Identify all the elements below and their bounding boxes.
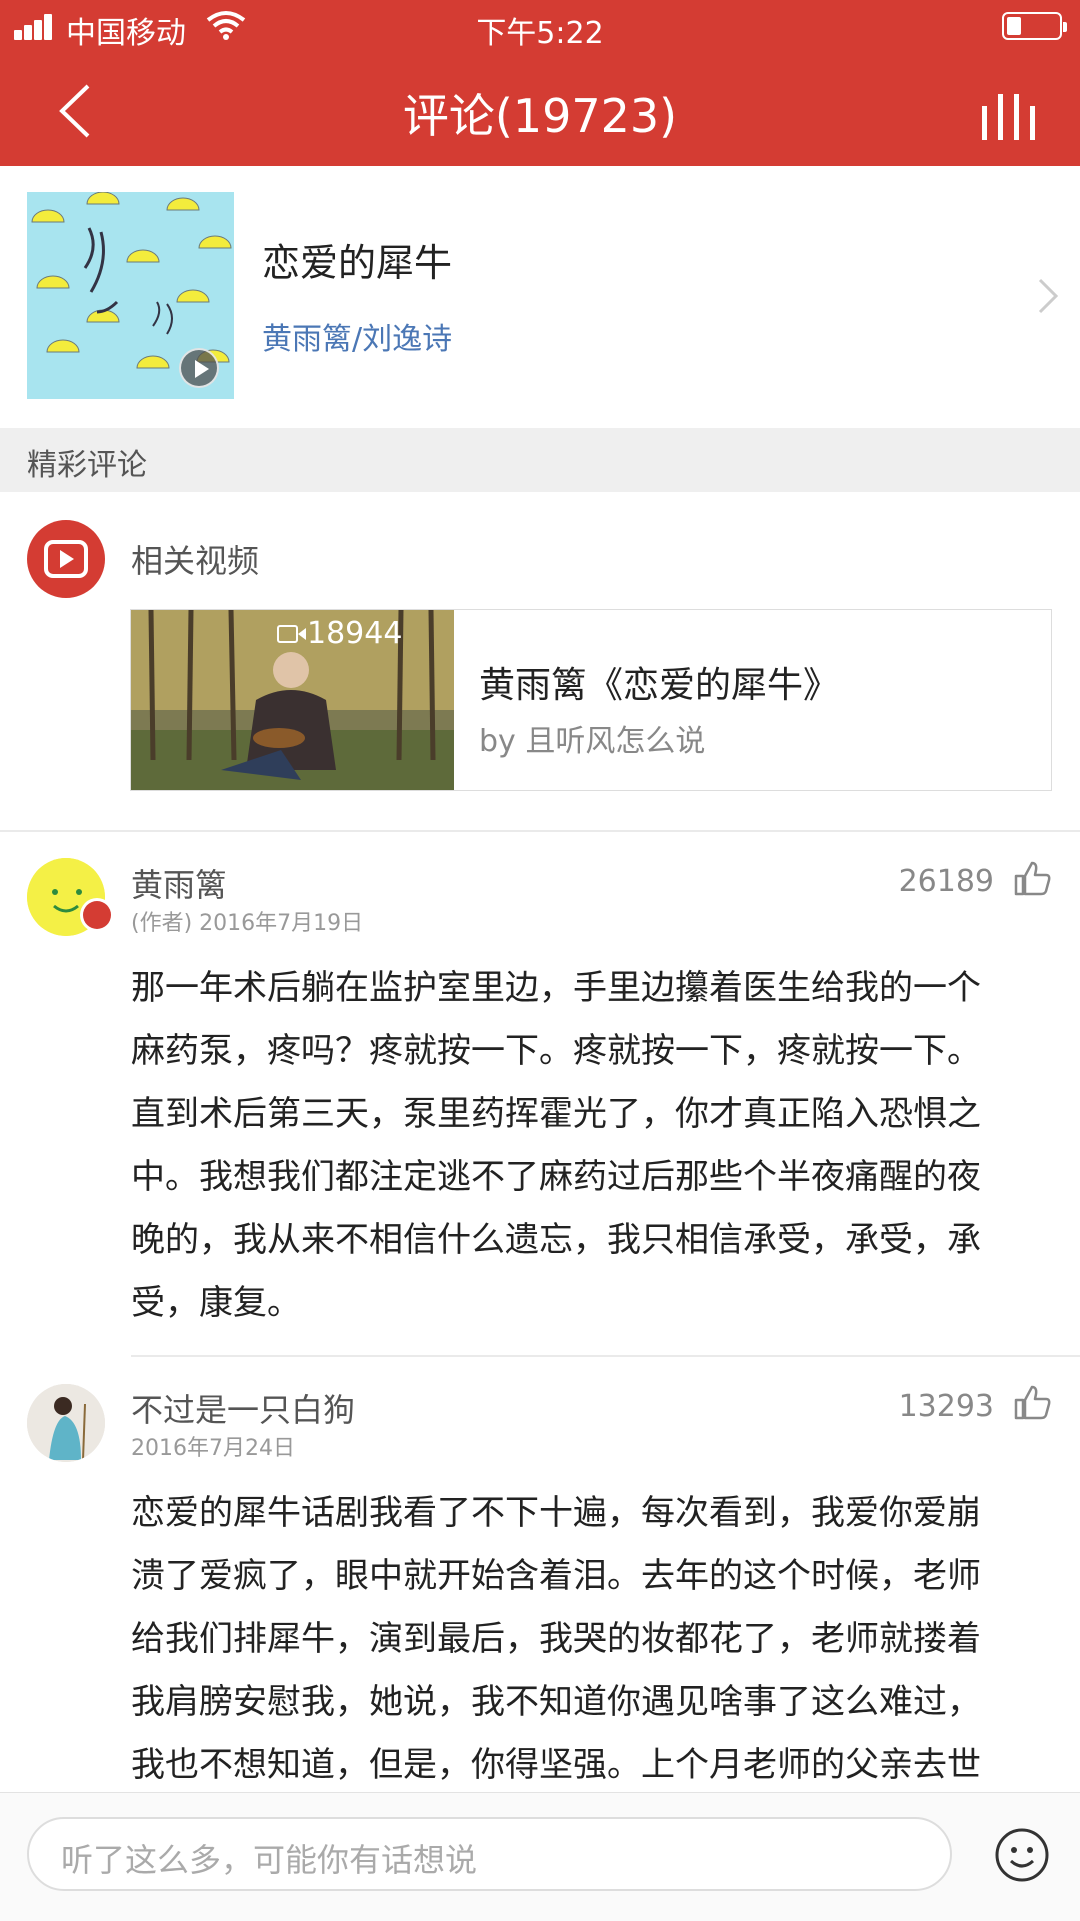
comment-input-bar: 听了这么多，可能你有话想说 (0, 1792, 1080, 1921)
comment-date: 2016年7月24日 (131, 1436, 295, 1461)
divider (0, 830, 1080, 832)
video-author: by 且听风怎么说 (479, 724, 706, 759)
thumb-up-icon[interactable] (1014, 860, 1052, 896)
comment-input[interactable]: 听了这么多，可能你有话想说 (27, 1817, 952, 1891)
comment-line: 麻药泵，疼吗？疼就按一下。疼就按一下，疼就按一下。 (131, 1031, 981, 1071)
battery-icon (1002, 12, 1067, 40)
status-bar: 中国移动 下午5:22 (0, 0, 1080, 54)
comment-line: 那一年术后躺在监护室里边，手里边攥着医生给我的一个 (131, 968, 981, 1008)
emoji-icon[interactable] (994, 1827, 1050, 1883)
comment-line: 我也不想知道，但是，你得坚强。上个月老师的父亲去世 (131, 1745, 981, 1785)
comment-line: 我肩膀安慰我，她说，我不知道你遇见啥事了这么难过， (131, 1682, 981, 1722)
related-video-label: 相关视频 (131, 542, 260, 580)
comment-line: 给我们排犀牛，演到最后，我哭的妆都花了，老师就搂着 (131, 1619, 981, 1659)
video-thumbnail: 18944 (131, 610, 454, 790)
play-icon[interactable] (179, 348, 219, 388)
comment-author[interactable]: 黄雨篱 (131, 860, 227, 906)
comment-divider (131, 1355, 1080, 1357)
comment-line: 恋爱的犀牛话剧我看了不下十遍，每次看到，我爱你爱崩 (131, 1493, 981, 1533)
camera-icon (277, 625, 306, 643)
song-artist[interactable]: 黄雨篱/刘逸诗 (262, 314, 452, 358)
comment-line: 受，康复。 (131, 1283, 301, 1323)
comment-line: 中。我想我们都注定逃不了麻药过后那些个半夜痛醒的夜 (131, 1157, 981, 1197)
status-time: 下午5:22 (476, 16, 604, 51)
comment-text: 那一年术后躺在监护室里边，手里边攥着医生给我的一个 麻药泵，疼吗？疼就按一下。疼… (131, 957, 1056, 1335)
thumb-up-icon[interactable] (1014, 1384, 1052, 1420)
page-title: 评论(19723) (402, 89, 678, 143)
comment-meta: (作者) 2016年7月19日 (131, 905, 363, 937)
comment-author[interactable]: 不过是一只白狗 (131, 1385, 355, 1431)
avatar[interactable] (27, 1384, 105, 1462)
album-cover (27, 192, 234, 399)
comment-line: 溃了爱疯了，眼中就开始含着泪。去年的这个时候，老师 (131, 1556, 981, 1596)
comment-line: 晚的，我从来不相信什么遗忘，我只相信承受，承受，承 (131, 1220, 981, 1260)
author-badge-icon (80, 898, 114, 932)
song-card[interactable]: 恋爱的犀牛 黄雨篱/刘逸诗 (0, 166, 1080, 428)
video-icon (27, 520, 105, 598)
video-title: 黄雨篱《恋爱的犀牛》 (479, 665, 840, 706)
chevron-right-icon (1038, 278, 1059, 314)
like-count: 26189 (898, 864, 994, 899)
top-bar: 中国移动 下午5:22 评论(19723) (0, 0, 1080, 166)
song-title: 恋爱的犀牛 (262, 241, 453, 285)
comment-line: 直到术后第三天，泵里药挥霍光了，你才真正陷入恐惧之 (131, 1094, 981, 1134)
comment-text: 恋爱的犀牛话剧我看了不下十遍，每次看到，我爱你爱崩 溃了爱疯了，眼中就开始含着泪… (131, 1482, 1056, 1797)
author-tag: (作者) (131, 911, 193, 936)
comment-date: 2016年7月19日 (199, 911, 364, 936)
like-count: 13293 (898, 1389, 994, 1424)
video-play-count: 18944 (307, 616, 403, 651)
related-video-card[interactable]: 18944 黄雨篱《恋爱的犀牛》 by 且听风怎么说 (130, 609, 1052, 791)
section-title: 精彩评论 (27, 448, 147, 483)
playlist-icon[interactable] (980, 94, 1040, 140)
section-header: 精彩评论 (0, 428, 1080, 492)
input-placeholder: 听了这么多，可能你有话想说 (61, 1841, 478, 1879)
